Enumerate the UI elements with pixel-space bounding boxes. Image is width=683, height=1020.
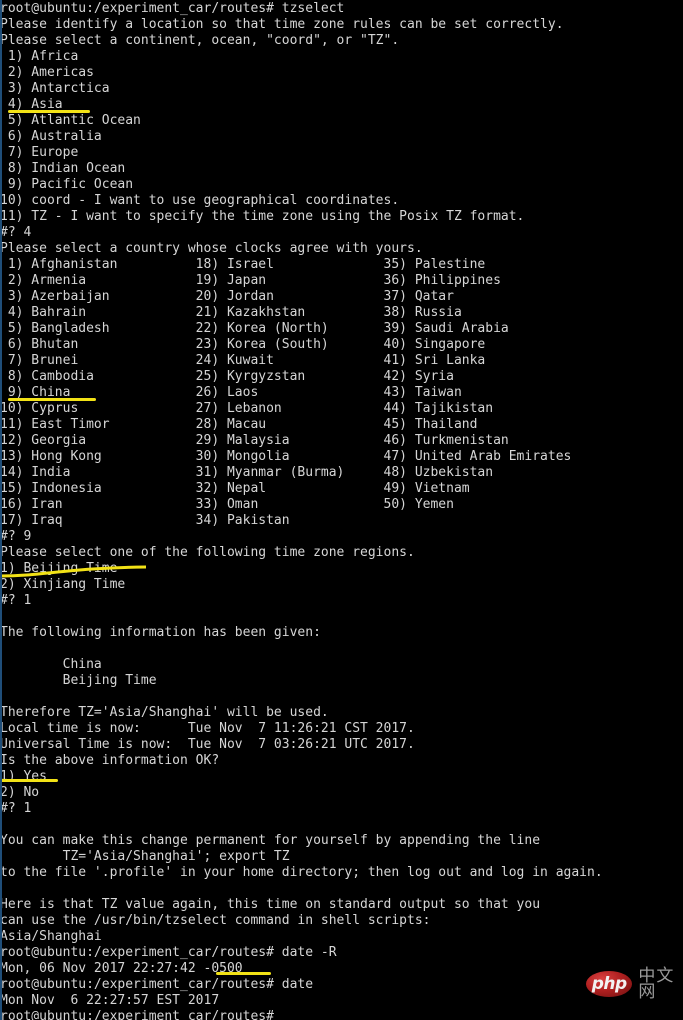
terminal-line: 8) Cambodia 25) Kyrgyzstan 42) Syria	[0, 369, 454, 384]
terminal-line: 14) India 31) Myanmar (Burma) 48) Uzbeki…	[0, 465, 494, 480]
terminal-line: Is the above information OK?	[0, 753, 220, 768]
terminal-line: You can make this change permanent for y…	[0, 833, 541, 848]
terminal-line: Here is that TZ value again, this time o…	[0, 897, 541, 912]
highlight-beijing-time-option	[0, 565, 146, 578]
terminal-line: Therefore TZ='Asia/Shanghai' will be use…	[0, 705, 329, 720]
terminal-line: Beijing Time	[0, 673, 157, 688]
terminal-line: 10) coord - I want to use geographical c…	[0, 193, 400, 208]
terminal-line: Asia/Shanghai	[0, 929, 102, 944]
highlight-utc-offset	[216, 972, 271, 975]
terminal-line: Please select a country whose clocks agr…	[0, 241, 423, 256]
terminal-line: 9) Pacific Ocean	[0, 177, 134, 192]
terminal-line: 7) Brunei 24) Kuwait 41) Sri Lanka	[0, 353, 486, 368]
terminal-line: TZ='Asia/Shanghai'; export TZ	[0, 849, 290, 864]
terminal-line: 1) Afghanistan 18) Israel 35) Palestine	[0, 257, 486, 272]
terminal-line: 17) Iraq 34) Pakistan	[0, 513, 290, 528]
highlight-china-option	[8, 398, 96, 401]
terminal-line: Local time is now: Tue Nov 7 11:26:21 CS…	[0, 721, 415, 736]
terminal-line: root@ubuntu:/experiment_car/routes# tzse…	[0, 1, 345, 16]
terminal-line: 13) Hong Kong 30) Mongolia 47) United Ar…	[0, 449, 572, 464]
terminal-line: 2) Americas	[0, 65, 94, 80]
watermark-site-text: 中文网	[638, 966, 675, 1002]
terminal-line: #? 1	[0, 801, 32, 816]
terminal-line: 1) Yes	[0, 769, 47, 784]
terminal-line: Please select one of the following time …	[0, 545, 415, 560]
terminal-line: root@ubuntu:/experiment_car/routes#	[0, 1009, 274, 1020]
terminal-line: 3) Antarctica	[0, 81, 110, 96]
terminal-line: #? 9	[0, 529, 32, 544]
terminal-line: 5) Bangladesh 22) Korea (North) 39) Saud…	[0, 321, 509, 336]
terminal-line: 6) Bhutan 23) Korea (South) 40) Singapor…	[0, 337, 486, 352]
highlight-yes-option	[0, 779, 58, 782]
terminal-line: 11) TZ - I want to specify the time zone…	[0, 209, 525, 224]
terminal-line: 8) Indian Ocean	[0, 161, 126, 176]
terminal-line: root@ubuntu:/experiment_car/routes# date…	[0, 945, 337, 960]
terminal-line: to the file '.profile' in your home dire…	[0, 865, 603, 880]
terminal-line: 2) Armenia 19) Japan 36) Philippines	[0, 273, 501, 288]
terminal-line: China	[0, 657, 102, 672]
terminal-line: 6) Australia	[0, 129, 102, 144]
terminal-line: 2) Xinjiang Time	[0, 577, 126, 592]
terminal-line: 2) No	[0, 785, 40, 800]
terminal-line: 5) Atlantic Ocean	[0, 113, 141, 128]
terminal-line: 16) Iran 33) Oman 50) Yemen	[0, 497, 454, 512]
terminal-line: 4) Bahrain 21) Kazakhstan 38) Russia	[0, 305, 462, 320]
terminal-line: Please identify a location so that time …	[0, 17, 564, 32]
terminal-line: Mon, 06 Nov 2017 22:27:42 -0500	[0, 961, 243, 976]
terminal-output: root@ubuntu:/experiment_car/routes# tzse…	[0, 1, 683, 1020]
terminal-line: 4) Asia	[0, 97, 63, 112]
terminal-line: Mon Nov 6 22:27:57 EST 2017	[0, 993, 220, 1008]
terminal-line: Universal Time is now: Tue Nov 7 03:26:2…	[0, 737, 415, 752]
terminal-line: 15) Indonesia 32) Nepal 49) Vietnam	[0, 481, 470, 496]
terminal-line: Please select a continent, ocean, "coord…	[0, 33, 400, 48]
highlight-asia-option	[8, 110, 90, 113]
terminal-window[interactable]: root@ubuntu:/experiment_car/routes# tzse…	[0, 0, 683, 1020]
terminal-line: The following information has been given…	[0, 625, 321, 640]
terminal-line: root@ubuntu:/experiment_car/routes# date	[0, 977, 314, 992]
terminal-line: 1) Africa	[0, 49, 79, 64]
terminal-line: #? 4	[0, 225, 32, 240]
php-logo-text: php	[591, 974, 627, 994]
terminal-line: 9) China 26) Laos 43) Taiwan	[0, 385, 462, 400]
window-left-edge	[0, 0, 2, 1020]
terminal-line: 3) Azerbaijan 20) Jordan 37) Qatar	[0, 289, 454, 304]
terminal-line: 7) Europe	[0, 145, 79, 160]
watermark: php 中文网	[586, 966, 683, 1002]
terminal-line: 10) Cyprus 27) Lebanon 44) Tajikistan	[0, 401, 494, 416]
terminal-line: 12) Georgia 29) Malaysia 46) Turkmenista…	[0, 433, 509, 448]
terminal-line: can use the /usr/bin/tzselect command in…	[0, 913, 431, 928]
terminal-line: 11) East Timor 28) Macau 45) Thailand	[0, 417, 478, 432]
php-logo-icon: php	[586, 971, 633, 997]
terminal-line: #? 1	[0, 593, 32, 608]
